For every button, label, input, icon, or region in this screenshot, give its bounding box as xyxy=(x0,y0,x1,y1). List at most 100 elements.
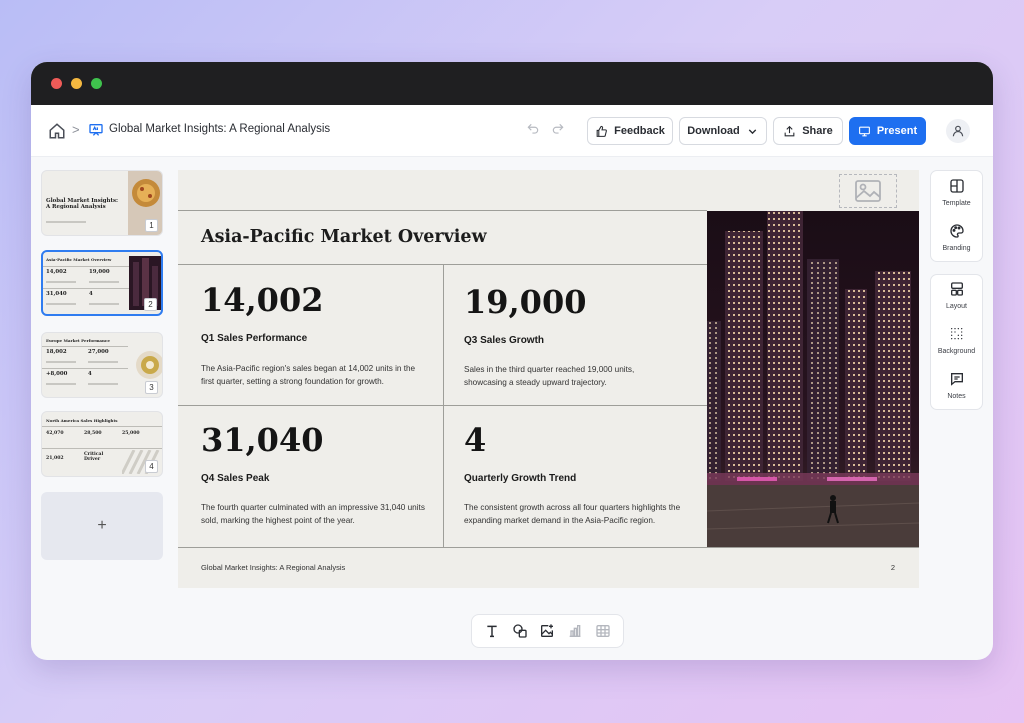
share-label: Share xyxy=(802,125,833,137)
thumbnail-title: North America Sales Highlights xyxy=(46,418,118,423)
thumbnail-stat: 4 xyxy=(88,371,92,377)
table-icon xyxy=(596,625,610,637)
thumbs-up-icon xyxy=(596,125,608,137)
thumbnail-text-line xyxy=(88,383,118,385)
breadcrumb-separator: > xyxy=(72,122,80,137)
layout-label: Layout xyxy=(945,303,968,310)
insert-table-button[interactable] xyxy=(594,622,612,640)
notes-tool[interactable]: Notes xyxy=(931,365,982,409)
background-label: Background xyxy=(937,348,976,355)
stat-description[interactable]: Sales in the third quarter reached 19,00… xyxy=(464,363,669,389)
thumbnail-text-line xyxy=(46,281,76,283)
insert-text-button[interactable] xyxy=(483,622,501,640)
layout-tool[interactable]: Layout xyxy=(931,275,982,319)
thumbnail-stat: Critical Driver xyxy=(84,452,104,462)
maximize-window-button[interactable] xyxy=(91,78,102,89)
shapes-icon xyxy=(513,624,527,638)
user-avatar[interactable] xyxy=(946,119,970,143)
download-button[interactable]: Download xyxy=(679,117,767,145)
slide-canvas[interactable]: Asia-Pacific Market Overview 14,002 Q1 S… xyxy=(178,170,919,588)
thumbnail-text-line xyxy=(46,383,76,385)
divider xyxy=(178,210,707,211)
add-slide-button[interactable]: + xyxy=(41,492,163,560)
share-button[interactable]: Share xyxy=(773,117,843,145)
window-titlebar xyxy=(31,62,993,105)
slide-title[interactable]: Asia-Pacific Market Overview xyxy=(201,227,487,247)
thumbnail-divider xyxy=(42,448,162,449)
stat-heading[interactable]: Q4 Sales Peak xyxy=(201,473,269,484)
present-button[interactable]: Present xyxy=(849,117,926,145)
thumbnail-stat: 31,040 xyxy=(46,291,67,297)
chevron-down-icon xyxy=(748,128,757,134)
slide-footer[interactable]: Global Market Insights: A Regional Analy… xyxy=(201,563,345,572)
thumbnail-divider xyxy=(42,368,128,369)
thumbnail-text-line xyxy=(89,303,119,305)
template-tool[interactable]: Template xyxy=(931,172,982,216)
presentation-icon xyxy=(89,123,103,136)
slide-thumbnail-1[interactable]: Global Market Insights: A Regional Analy… xyxy=(41,170,163,236)
present-label: Present xyxy=(876,125,918,137)
minimize-window-button[interactable] xyxy=(71,78,82,89)
slide-thumbnail-4[interactable]: North America Sales Highlights 42,070 28… xyxy=(41,411,163,477)
image-plus-icon xyxy=(541,624,554,637)
slide-thumbnail-2[interactable]: Asia-Pacific Market Overview 14,002 19,0… xyxy=(41,250,163,316)
layout-icon xyxy=(950,282,963,296)
branding-label: Branding xyxy=(942,245,971,252)
stat-description[interactable]: The consistent growth across all four qu… xyxy=(464,501,689,527)
stat-value[interactable]: 31,040 xyxy=(201,421,323,459)
insert-shape-button[interactable] xyxy=(511,622,529,640)
slide-thumbnail-3[interactable]: Europe Market Performance 18,002 27,000 … xyxy=(41,332,163,398)
notes-icon xyxy=(950,373,963,386)
stat-value[interactable]: 4 xyxy=(464,421,486,459)
feedback-button[interactable]: Feedback xyxy=(587,117,673,145)
slide-number-badge: 3 xyxy=(145,381,158,394)
branding-tool[interactable]: Branding xyxy=(931,217,982,261)
bar-chart-icon xyxy=(569,625,581,637)
divider xyxy=(178,405,707,406)
slide-number-badge: 1 xyxy=(145,219,158,232)
insert-chart-button[interactable] xyxy=(566,622,584,640)
divider xyxy=(178,547,919,548)
app-window: > Global Market Insights: A Regional Ana… xyxy=(31,62,993,660)
slide-tools-panel: Layout Background Notes xyxy=(930,274,983,410)
notes-label: Notes xyxy=(947,393,966,400)
thumbnail-stat: 14,002 xyxy=(46,269,67,275)
redo-icon[interactable] xyxy=(551,122,565,136)
stat-value[interactable]: 14,002 xyxy=(201,281,323,319)
city-night-photo[interactable] xyxy=(707,211,919,547)
download-label: Download xyxy=(687,125,740,137)
slide-number-badge: 4 xyxy=(145,460,158,473)
slide-page-number: 2 xyxy=(890,563,895,572)
thumbnail-title: Europe Market Performance xyxy=(46,338,110,343)
thumbnail-divider xyxy=(43,266,129,267)
thumbnail-text-line xyxy=(46,303,76,305)
stat-description[interactable]: The Asia-Pacific region's sales began at… xyxy=(201,362,429,388)
thumbnail-text-line xyxy=(88,361,118,363)
stat-value[interactable]: 19,000 xyxy=(464,283,586,321)
image-icon xyxy=(855,180,881,202)
thumbnail-stat: 27,000 xyxy=(88,349,109,355)
stat-heading[interactable]: Q3 Sales Growth xyxy=(464,335,544,346)
thumbnail-stat: 42,070 xyxy=(46,431,64,436)
feedback-label: Feedback xyxy=(614,125,665,137)
home-icon[interactable] xyxy=(48,122,66,140)
thumbnail-stat: 25,000 xyxy=(122,431,140,436)
thumbnail-stat: +8,000 xyxy=(46,371,68,377)
thumbnail-title: Global Market Insights: A Regional Analy… xyxy=(46,198,118,210)
stat-heading[interactable]: Quarterly Growth Trend xyxy=(464,473,576,484)
thumbnail-stat: 21,002 xyxy=(46,456,64,461)
image-placeholder[interactable] xyxy=(839,174,897,208)
text-icon xyxy=(487,625,497,638)
thumbnail-divider xyxy=(42,426,162,427)
thumbnail-stat: 18,002 xyxy=(46,349,67,355)
thumbnail-text-line xyxy=(89,281,119,283)
document-title[interactable]: Global Market Insights: A Regional Analy… xyxy=(109,123,330,135)
insert-image-button[interactable] xyxy=(538,622,556,640)
undo-icon[interactable] xyxy=(526,122,540,136)
thumbnail-divider xyxy=(43,288,129,289)
stat-heading[interactable]: Q1 Sales Performance xyxy=(201,333,307,344)
background-tool[interactable]: Background xyxy=(931,320,982,364)
thumbnail-stat: 28,500 xyxy=(84,431,102,436)
stat-description[interactable]: The fourth quarter culminated with an im… xyxy=(201,501,429,527)
close-window-button[interactable] xyxy=(51,78,62,89)
